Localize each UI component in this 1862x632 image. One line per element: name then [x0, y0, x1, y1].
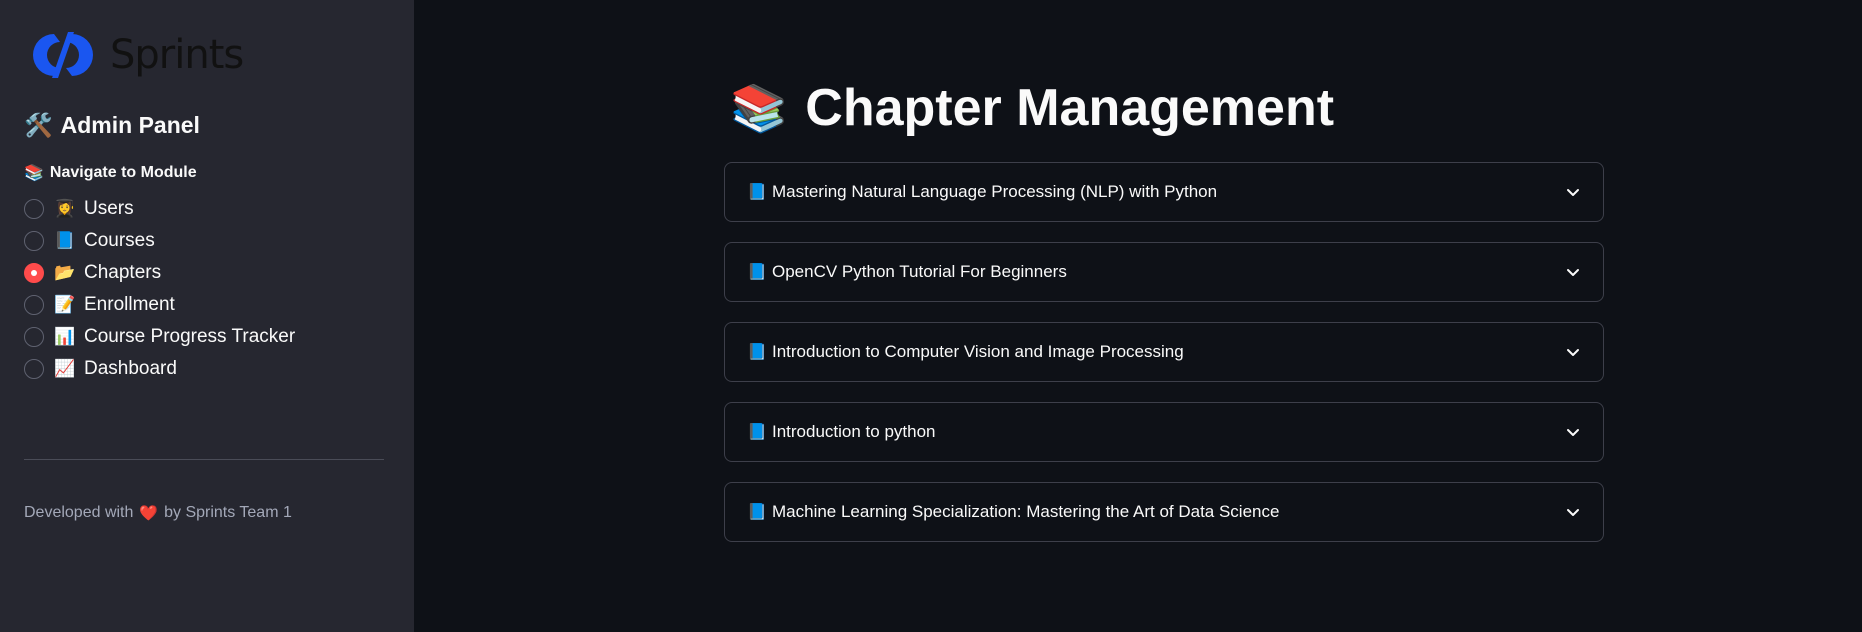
footer-prefix: Developed with	[24, 504, 134, 521]
sprints-logo-icon	[33, 32, 93, 78]
expander-label: Introduction to python	[772, 422, 936, 441]
heart-icon: ❤️	[139, 505, 159, 522]
chevron-down-icon[interactable]	[1565, 264, 1581, 280]
books-icon: 📚	[24, 165, 44, 182]
admin-panel-title: 🛠️ Admin Panel	[24, 112, 390, 139]
radio-button[interactable]	[24, 263, 44, 283]
books-icon: 📚	[730, 81, 788, 134]
nav-item-label: Chapters	[84, 262, 162, 283]
nav-item-icon: 📝	[54, 295, 76, 314]
chapter-expander[interactable]: 📘 Machine Learning Specialization: Master…	[724, 482, 1604, 542]
nav-label-text: Navigate to Module	[49, 164, 197, 181]
blue-book-icon: 📘	[747, 184, 767, 201]
nav-item-label: Enrollment	[84, 294, 175, 315]
radio-button[interactable]	[24, 295, 44, 315]
sidebar: Sprints 🛠️ Admin Panel 📚 Navigate to Mod…	[0, 0, 414, 632]
radio-button[interactable]	[24, 359, 44, 379]
footer-suffix: by Sprints Team 1	[164, 504, 292, 521]
page-title: 📚 Chapter Management	[730, 78, 1334, 138]
sidebar-item-dashboard[interactable]: 📈 Dashboard	[24, 353, 390, 385]
page-title-text: Chapter Management	[805, 79, 1335, 137]
expander-label: Machine Learning Specialization: Masteri…	[772, 502, 1280, 521]
sidebar-divider	[24, 459, 384, 460]
blue-book-icon: 📘	[747, 264, 767, 281]
chapter-expander-list: 📘 Mastering Natural Language Processing (…	[724, 162, 1604, 562]
expander-label: Mastering Natural Language Processing (N…	[772, 182, 1218, 201]
nav-item-icon: 👩‍🎓	[54, 199, 76, 218]
nav-item-label: Users	[84, 198, 134, 219]
blue-book-icon: 📘	[747, 424, 767, 441]
app-root: Sprints 🛠️ Admin Panel 📚 Navigate to Mod…	[0, 0, 1862, 632]
sidebar-item-enrollment[interactable]: 📝 Enrollment	[24, 289, 390, 321]
sidebar-footer: Developed with ❤️ by Sprints Team 1	[24, 504, 292, 522]
sprints-logo: Sprints	[24, 28, 390, 82]
radio-button[interactable]	[24, 327, 44, 347]
nav-item-icon: 📘	[54, 231, 76, 250]
nav-item-icon: 📈	[54, 359, 76, 378]
module-radio-group: 👩‍🎓 Users 📘 Courses 📂 Chapters 📝 Enrollment 📊 Cou…	[24, 193, 390, 385]
logo-text: Sprints	[110, 32, 244, 78]
blue-book-icon: 📘	[747, 504, 767, 521]
chapter-expander[interactable]: 📘 Introduction to Computer Vision and Ima…	[724, 322, 1604, 382]
chevron-down-icon[interactable]	[1565, 184, 1581, 200]
main-content: 📚 Chapter Management 📘 Mastering Natural …	[414, 0, 1862, 632]
tools-icon: 🛠️	[24, 112, 53, 138]
radio-button[interactable]	[24, 199, 44, 219]
chevron-down-icon[interactable]	[1565, 344, 1581, 360]
admin-panel-label: Admin Panel	[60, 112, 200, 138]
nav-item-label: Dashboard	[84, 358, 177, 379]
navigate-to-module-label: 📚 Navigate to Module	[24, 163, 390, 183]
chapter-expander[interactable]: 📘 Introduction to python	[724, 402, 1604, 462]
sidebar-item-users[interactable]: 👩‍🎓 Users	[24, 193, 390, 225]
nav-item-label: Course Progress Tracker	[84, 326, 296, 347]
radio-button[interactable]	[24, 231, 44, 251]
sidebar-item-chapters[interactable]: 📂 Chapters	[24, 257, 390, 289]
chevron-down-icon[interactable]	[1565, 424, 1581, 440]
nav-item-label: Courses	[84, 230, 155, 251]
chapter-expander[interactable]: 📘 OpenCV Python Tutorial For Beginners	[724, 242, 1604, 302]
expander-label: OpenCV Python Tutorial For Beginners	[772, 262, 1067, 281]
chapter-expander[interactable]: 📘 Mastering Natural Language Processing (…	[724, 162, 1604, 222]
nav-item-icon: 📂	[54, 263, 76, 282]
blue-book-icon: 📘	[747, 344, 767, 361]
expander-label: Introduction to Computer Vision and Imag…	[772, 342, 1184, 361]
chevron-down-icon[interactable]	[1565, 504, 1581, 520]
sidebar-item-courses[interactable]: 📘 Courses	[24, 225, 390, 257]
nav-item-icon: 📊	[54, 327, 76, 346]
sidebar-item-course-progress-tracker[interactable]: 📊 Course Progress Tracker	[24, 321, 390, 353]
